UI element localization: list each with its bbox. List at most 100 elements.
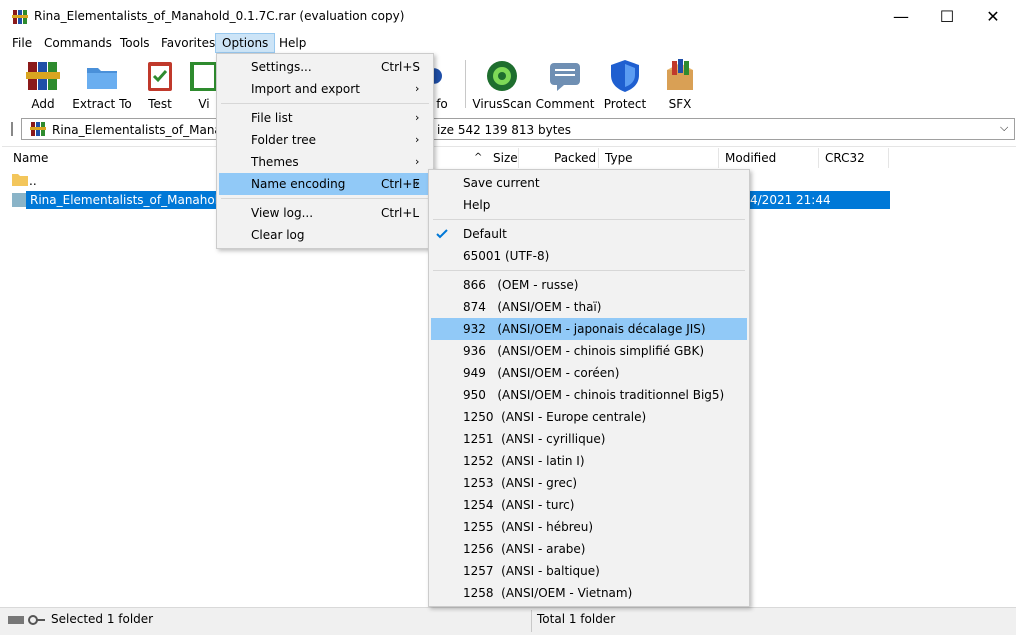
encoding-item-1257[interactable]: 1257 (ANSI - baltique)	[429, 560, 749, 582]
menu-item-settings[interactable]: Settings... Ctrl+S	[217, 56, 433, 78]
books-add-icon	[26, 62, 60, 90]
protect-button[interactable]: Protect	[603, 56, 647, 112]
menu-tools[interactable]: Tools	[114, 33, 156, 53]
column-divider[interactable]	[598, 148, 599, 168]
menu-favorites[interactable]: Favorites	[155, 33, 221, 53]
folder-icon	[12, 174, 28, 186]
menu-item-view-log[interactable]: View log... Ctrl+L	[217, 202, 433, 224]
menu-file[interactable]: File	[6, 33, 38, 53]
menu-item-label: Name encoding	[251, 177, 346, 191]
menu-item-clear-log[interactable]: Clear log	[217, 224, 433, 246]
comment-button[interactable]: Comment	[536, 56, 594, 112]
status-selected: Selected 1 folder	[51, 612, 154, 626]
column-divider[interactable]	[718, 148, 719, 168]
menu-item-label: 1255 (ANSI - hébreu)	[463, 520, 594, 534]
menu-item-label: Clear log	[251, 228, 305, 242]
box-sfx-icon	[667, 59, 693, 90]
menu-item-shortcut: Ctrl+L	[381, 206, 420, 220]
column-header-type[interactable]: Type	[605, 148, 633, 168]
column-header-packed[interactable]: Packed	[554, 148, 596, 168]
encoding-item-1251[interactable]: 1251 (ANSI - cyrillique)	[429, 428, 749, 450]
encoding-item-949[interactable]: 949 (ANSI/OEM - coréen)	[429, 362, 749, 384]
chevron-down-icon[interactable]: ⌵	[1000, 121, 1008, 135]
menu-item-label: Folder tree	[251, 133, 317, 147]
menu-options[interactable]: Options	[215, 33, 276, 53]
encoding-item-936[interactable]: 936 (ANSI/OEM - chinois simplifié GBK)	[429, 340, 749, 362]
info-label: fo	[436, 97, 448, 111]
encoding-item-65001[interactable]: 65001 (UTF-8)	[429, 245, 749, 267]
column-header-name[interactable]: Name	[13, 148, 48, 168]
menu-item-label: File list	[251, 111, 293, 125]
menu-item-label: Default	[463, 227, 507, 241]
chevron-right-icon: ›	[415, 111, 420, 124]
winrar-app-icon[interactable]	[12, 9, 28, 25]
encoding-item-1252[interactable]: 1252 (ANSI - latin I)	[429, 450, 749, 472]
info-button[interactable]: fo	[432, 56, 452, 112]
menu-item-import-export[interactable]: Import and export ›	[217, 78, 433, 100]
close-button[interactable]: ✕	[970, 0, 1016, 33]
menu-item-name-encoding[interactable]: Name encoding Ctrl+E ›	[219, 173, 431, 195]
encoding-item-help[interactable]: Help	[429, 194, 749, 216]
drive-key-icon	[8, 615, 45, 625]
menu-commands[interactable]: Commands	[38, 33, 118, 53]
list-item-modified: 4/2021 21:44	[750, 193, 831, 207]
menu-item-shortcut: Ctrl+S	[381, 60, 421, 74]
menu-item-folder-tree[interactable]: Folder tree ›	[217, 129, 433, 151]
list-item-name[interactable]: Rina_Elementalists_of_Manahold_0.	[30, 191, 243, 209]
menu-item-label: View log...	[251, 206, 314, 220]
encoding-item-932[interactable]: 932 (ANSI/OEM - japonais décalage JIS)	[431, 318, 747, 340]
options-menu: Settings... Ctrl+S Import and export › F…	[216, 53, 434, 249]
encoding-item-1258[interactable]: 1258 (ANSI/OEM - Vietnam)	[429, 582, 749, 604]
chevron-right-icon: ›	[415, 177, 420, 190]
menu-item-label: 866 (OEM - russe)	[463, 278, 579, 292]
comment-icon	[550, 63, 580, 91]
encoding-item-1250[interactable]: 1250 (ANSI - Europe centrale)	[429, 406, 749, 428]
menu-item-file-list[interactable]: File list ›	[217, 107, 433, 129]
menu-item-label: 65001 (UTF-8)	[463, 249, 550, 263]
column-header-crc32[interactable]: CRC32	[825, 148, 865, 168]
encoding-item-950[interactable]: 950 (ANSI/OEM - chinois traditionnel Big…	[429, 384, 749, 406]
add-button[interactable]: Add	[24, 56, 62, 112]
encoding-item-save-current[interactable]: Save current	[429, 172, 749, 194]
minimize-button[interactable]: —	[878, 0, 924, 33]
toolbar-separator	[465, 60, 466, 108]
menu-item-label: 874 (ANSI/OEM - thaï)	[463, 300, 602, 314]
virusscan-button[interactable]: VirusScan	[472, 56, 532, 112]
column-header-size[interactable]: Size	[493, 148, 518, 168]
menu-item-themes[interactable]: Themes ›	[217, 151, 433, 173]
menu-item-label: 1250 (ANSI - Europe centrale)	[463, 410, 647, 424]
menu-separator	[433, 219, 745, 220]
extract-to-button[interactable]: Extract To	[72, 56, 132, 112]
column-divider[interactable]	[818, 148, 819, 168]
chevron-right-icon: ›	[415, 155, 420, 168]
comment-label: Comment	[535, 97, 595, 111]
chevron-right-icon: ›	[415, 82, 420, 95]
add-label: Add	[31, 97, 55, 111]
folder-extract-icon	[87, 68, 117, 89]
encoding-item-1253[interactable]: 1253 (ANSI - grec)	[429, 472, 749, 494]
encoding-item-default[interactable]: Default	[429, 223, 749, 245]
menu-item-label: 1258 (ANSI/OEM - Vietnam)	[463, 586, 633, 600]
chevron-right-icon: ›	[415, 133, 420, 146]
column-divider[interactable]	[518, 148, 519, 168]
menu-help[interactable]: Help	[273, 33, 312, 53]
shield-icon	[611, 60, 639, 92]
menu-item-label: 932 (ANSI/OEM - japonais décalage JIS)	[463, 322, 706, 336]
encoding-item-874[interactable]: 874 (ANSI/OEM - thaï)	[429, 296, 749, 318]
menu-item-label: 1251 (ANSI - cyrillique)	[463, 432, 606, 446]
encoding-item-1255[interactable]: 1255 (ANSI - hébreu)	[429, 516, 749, 538]
test-button[interactable]: Test	[142, 56, 178, 112]
up-one-level-icon[interactable]	[6, 120, 18, 138]
view-button[interactable]: Vi	[190, 56, 216, 112]
view-label: Vi	[198, 97, 210, 111]
encoding-item-1254[interactable]: 1254 (ANSI - turc)	[429, 494, 749, 516]
window-title: Rina_Elementalists_of_Manahold_0.1.7C.ra…	[34, 9, 405, 23]
menu-item-label: 950 (ANSI/OEM - chinois traditionnel Big…	[463, 388, 725, 402]
maximize-button[interactable]: ☐	[924, 0, 970, 33]
encoding-item-866[interactable]: 866 (OEM - russe)	[429, 274, 749, 296]
column-divider[interactable]	[888, 148, 889, 168]
list-item-parent[interactable]: ..	[29, 172, 37, 190]
encoding-item-1256[interactable]: 1256 (ANSI - arabe)	[429, 538, 749, 560]
column-header-modified[interactable]: Modified	[725, 148, 776, 168]
sfx-button[interactable]: SFX	[660, 56, 700, 112]
